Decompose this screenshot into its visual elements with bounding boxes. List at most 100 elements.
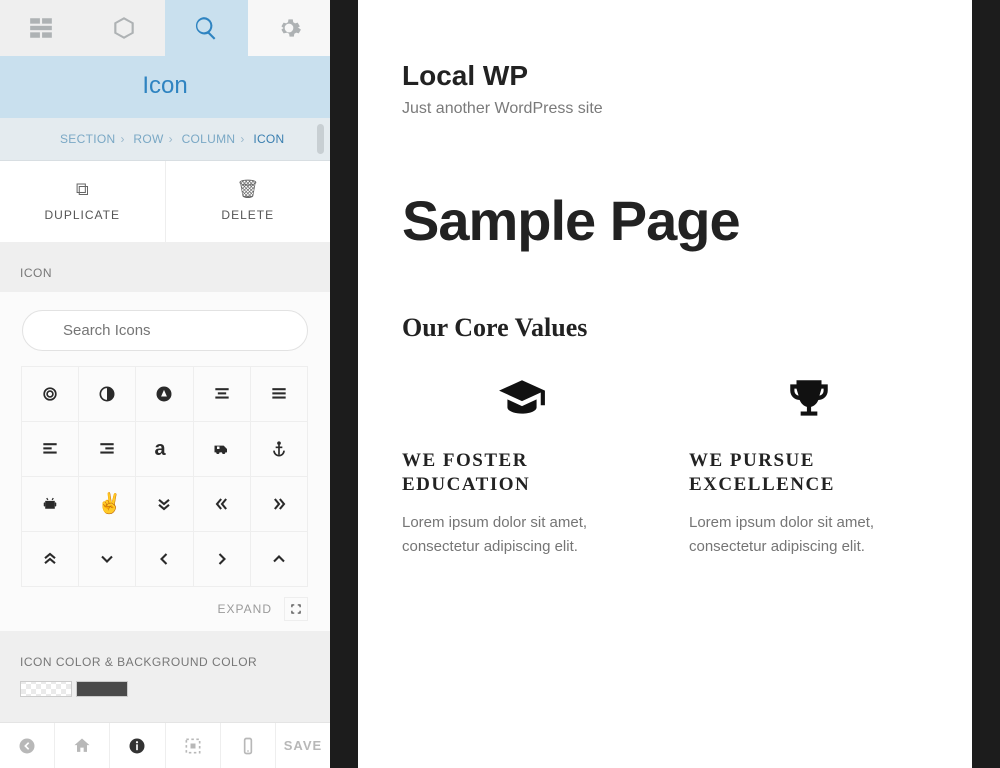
icon-option-500px[interactable] [21, 366, 79, 422]
icon-color-swatch[interactable] [20, 681, 72, 697]
align-right-icon [97, 439, 117, 459]
info-button[interactable] [110, 723, 165, 768]
panel-title: Icon [0, 56, 330, 118]
top-tabs [0, 0, 330, 56]
icon-grid: a ✌ [0, 367, 330, 591]
save-button[interactable]: SAVE [276, 723, 330, 768]
icon-section-label: ICON [0, 242, 330, 292]
settings-tab[interactable] [248, 0, 331, 56]
value-item: WE FOSTER EDUCATION Lorem ipsum dolor si… [402, 369, 641, 559]
home-button[interactable] [55, 723, 110, 768]
icon-option-angle-left[interactable] [135, 531, 193, 587]
value-title: WE FOSTER EDUCATION [402, 449, 641, 497]
preview-canvas: Local WP Just another WordPress site Sam… [358, 0, 972, 768]
value-text: Lorem ipsum dolor sit amet, consectetur … [402, 511, 641, 559]
icon-option-angle-double-up[interactable] [21, 531, 79, 587]
core-values-heading: Our Core Values [402, 313, 928, 343]
icon-option-angle-down[interactable] [78, 531, 136, 587]
icon-option-align-right[interactable] [78, 421, 136, 477]
adn-icon [154, 384, 174, 404]
breadcrumb-item[interactable]: ROW [133, 132, 163, 146]
skeleton-icon [183, 736, 203, 756]
icon-option-angle-double-right[interactable] [250, 476, 308, 532]
angle-right-icon [212, 549, 232, 569]
value-title: WE PURSUE EXCELLENCE [689, 449, 928, 497]
expand-button[interactable]: EXPAND [218, 602, 272, 616]
gear-icon [276, 15, 302, 41]
icon-option-angle-double-down[interactable] [135, 476, 193, 532]
fullscreen-icon [289, 602, 303, 616]
fullscreen-button[interactable] [284, 597, 308, 621]
icon-option-ambulance[interactable] [193, 421, 251, 477]
magnifier-icon [193, 15, 219, 41]
breadcrumb-item[interactable]: COLUMN [182, 132, 236, 146]
angle-double-left-icon [212, 494, 232, 514]
icon-option-align-left[interactable] [21, 421, 79, 477]
element-actions: ⧉ DUPLICATE 🗑 DELETE [0, 161, 330, 242]
preview-stage: Local WP Just another WordPress site Sam… [330, 0, 1000, 768]
device-preview-button[interactable] [221, 723, 276, 768]
angle-double-up-icon [40, 549, 60, 569]
chevron-left-circle-icon [17, 736, 37, 756]
graduation-cap-icon[interactable] [402, 369, 641, 429]
duplicate-icon: ⧉ [0, 179, 165, 200]
angle-double-down-icon [154, 494, 174, 514]
bg-color-swatch[interactable] [76, 681, 128, 697]
angle-up-icon [269, 549, 289, 569]
align-center-icon [212, 384, 232, 404]
trash-icon: 🗑 [166, 179, 331, 200]
android-icon [40, 494, 60, 514]
page-title: Sample Page [358, 148, 972, 313]
icon-option-adjust[interactable] [78, 366, 136, 422]
five-hundred-px-icon [40, 384, 60, 404]
icon-option-android[interactable] [21, 476, 79, 532]
expand-row: EXPAND [0, 591, 330, 631]
icon-option-align-center[interactable] [193, 366, 251, 422]
icon-option-adn[interactable] [135, 366, 193, 422]
delete-button[interactable]: 🗑 DELETE [166, 161, 331, 242]
site-header: Local WP Just another WordPress site [358, 0, 972, 148]
color-swatches [0, 681, 330, 697]
color-section-label: ICON COLOR & BACKGROUND COLOR [0, 631, 330, 681]
icon-option-anchor[interactable] [250, 421, 308, 477]
angle-down-icon [97, 549, 117, 569]
breadcrumb-item[interactable]: ICON [253, 132, 284, 146]
core-values-section: Our Core Values WE FOSTER EDUCATION Lore… [358, 313, 972, 559]
phone-icon [238, 736, 258, 756]
skeleton-button[interactable] [166, 723, 221, 768]
anchor-icon [269, 439, 289, 459]
icon-option-amazon[interactable]: a [135, 421, 193, 477]
breadcrumb-scrollbar[interactable] [317, 124, 324, 154]
bottom-bar: SAVE [0, 722, 330, 768]
icon-option-angle-double-left[interactable] [193, 476, 251, 532]
home-icon [72, 736, 92, 756]
icon-option-angle-right[interactable] [193, 531, 251, 587]
value-text: Lorem ipsum dolor sit amet, consectetur … [689, 511, 928, 559]
adjust-icon [97, 384, 117, 404]
collapse-button[interactable] [0, 723, 55, 768]
inspector-panel: Icon SECTION› ROW› COLUMN› ICON ⧉ DUPLIC… [0, 0, 330, 768]
site-tagline: Just another WordPress site [402, 100, 928, 118]
duplicate-button[interactable]: ⧉ DUPLICATE [0, 161, 166, 242]
icon-search-input[interactable] [22, 310, 308, 351]
inspect-tab[interactable] [165, 0, 248, 56]
cube-icon [111, 15, 137, 41]
angle-double-right-icon [269, 494, 289, 514]
site-title[interactable]: Local WP [402, 60, 928, 92]
angle-left-icon [154, 549, 174, 569]
trophy-icon[interactable] [689, 369, 928, 429]
icon-option-angellist[interactable]: ✌ [78, 476, 136, 532]
amazon-icon: a [154, 439, 174, 459]
icon-option-angle-up[interactable] [250, 531, 308, 587]
angellist-icon: ✌ [97, 494, 117, 514]
layout-tab[interactable] [0, 0, 83, 56]
value-item: WE PURSUE EXCELLENCE Lorem ipsum dolor s… [689, 369, 928, 559]
element-tab[interactable] [83, 0, 166, 56]
breadcrumb: SECTION› ROW› COLUMN› ICON [0, 118, 330, 161]
align-left-icon [40, 439, 60, 459]
icon-option-align-justify[interactable] [250, 366, 308, 422]
align-justify-icon [269, 384, 289, 404]
breadcrumb-item[interactable]: SECTION [60, 132, 115, 146]
ambulance-icon [212, 439, 232, 459]
layout-icon [28, 15, 54, 41]
